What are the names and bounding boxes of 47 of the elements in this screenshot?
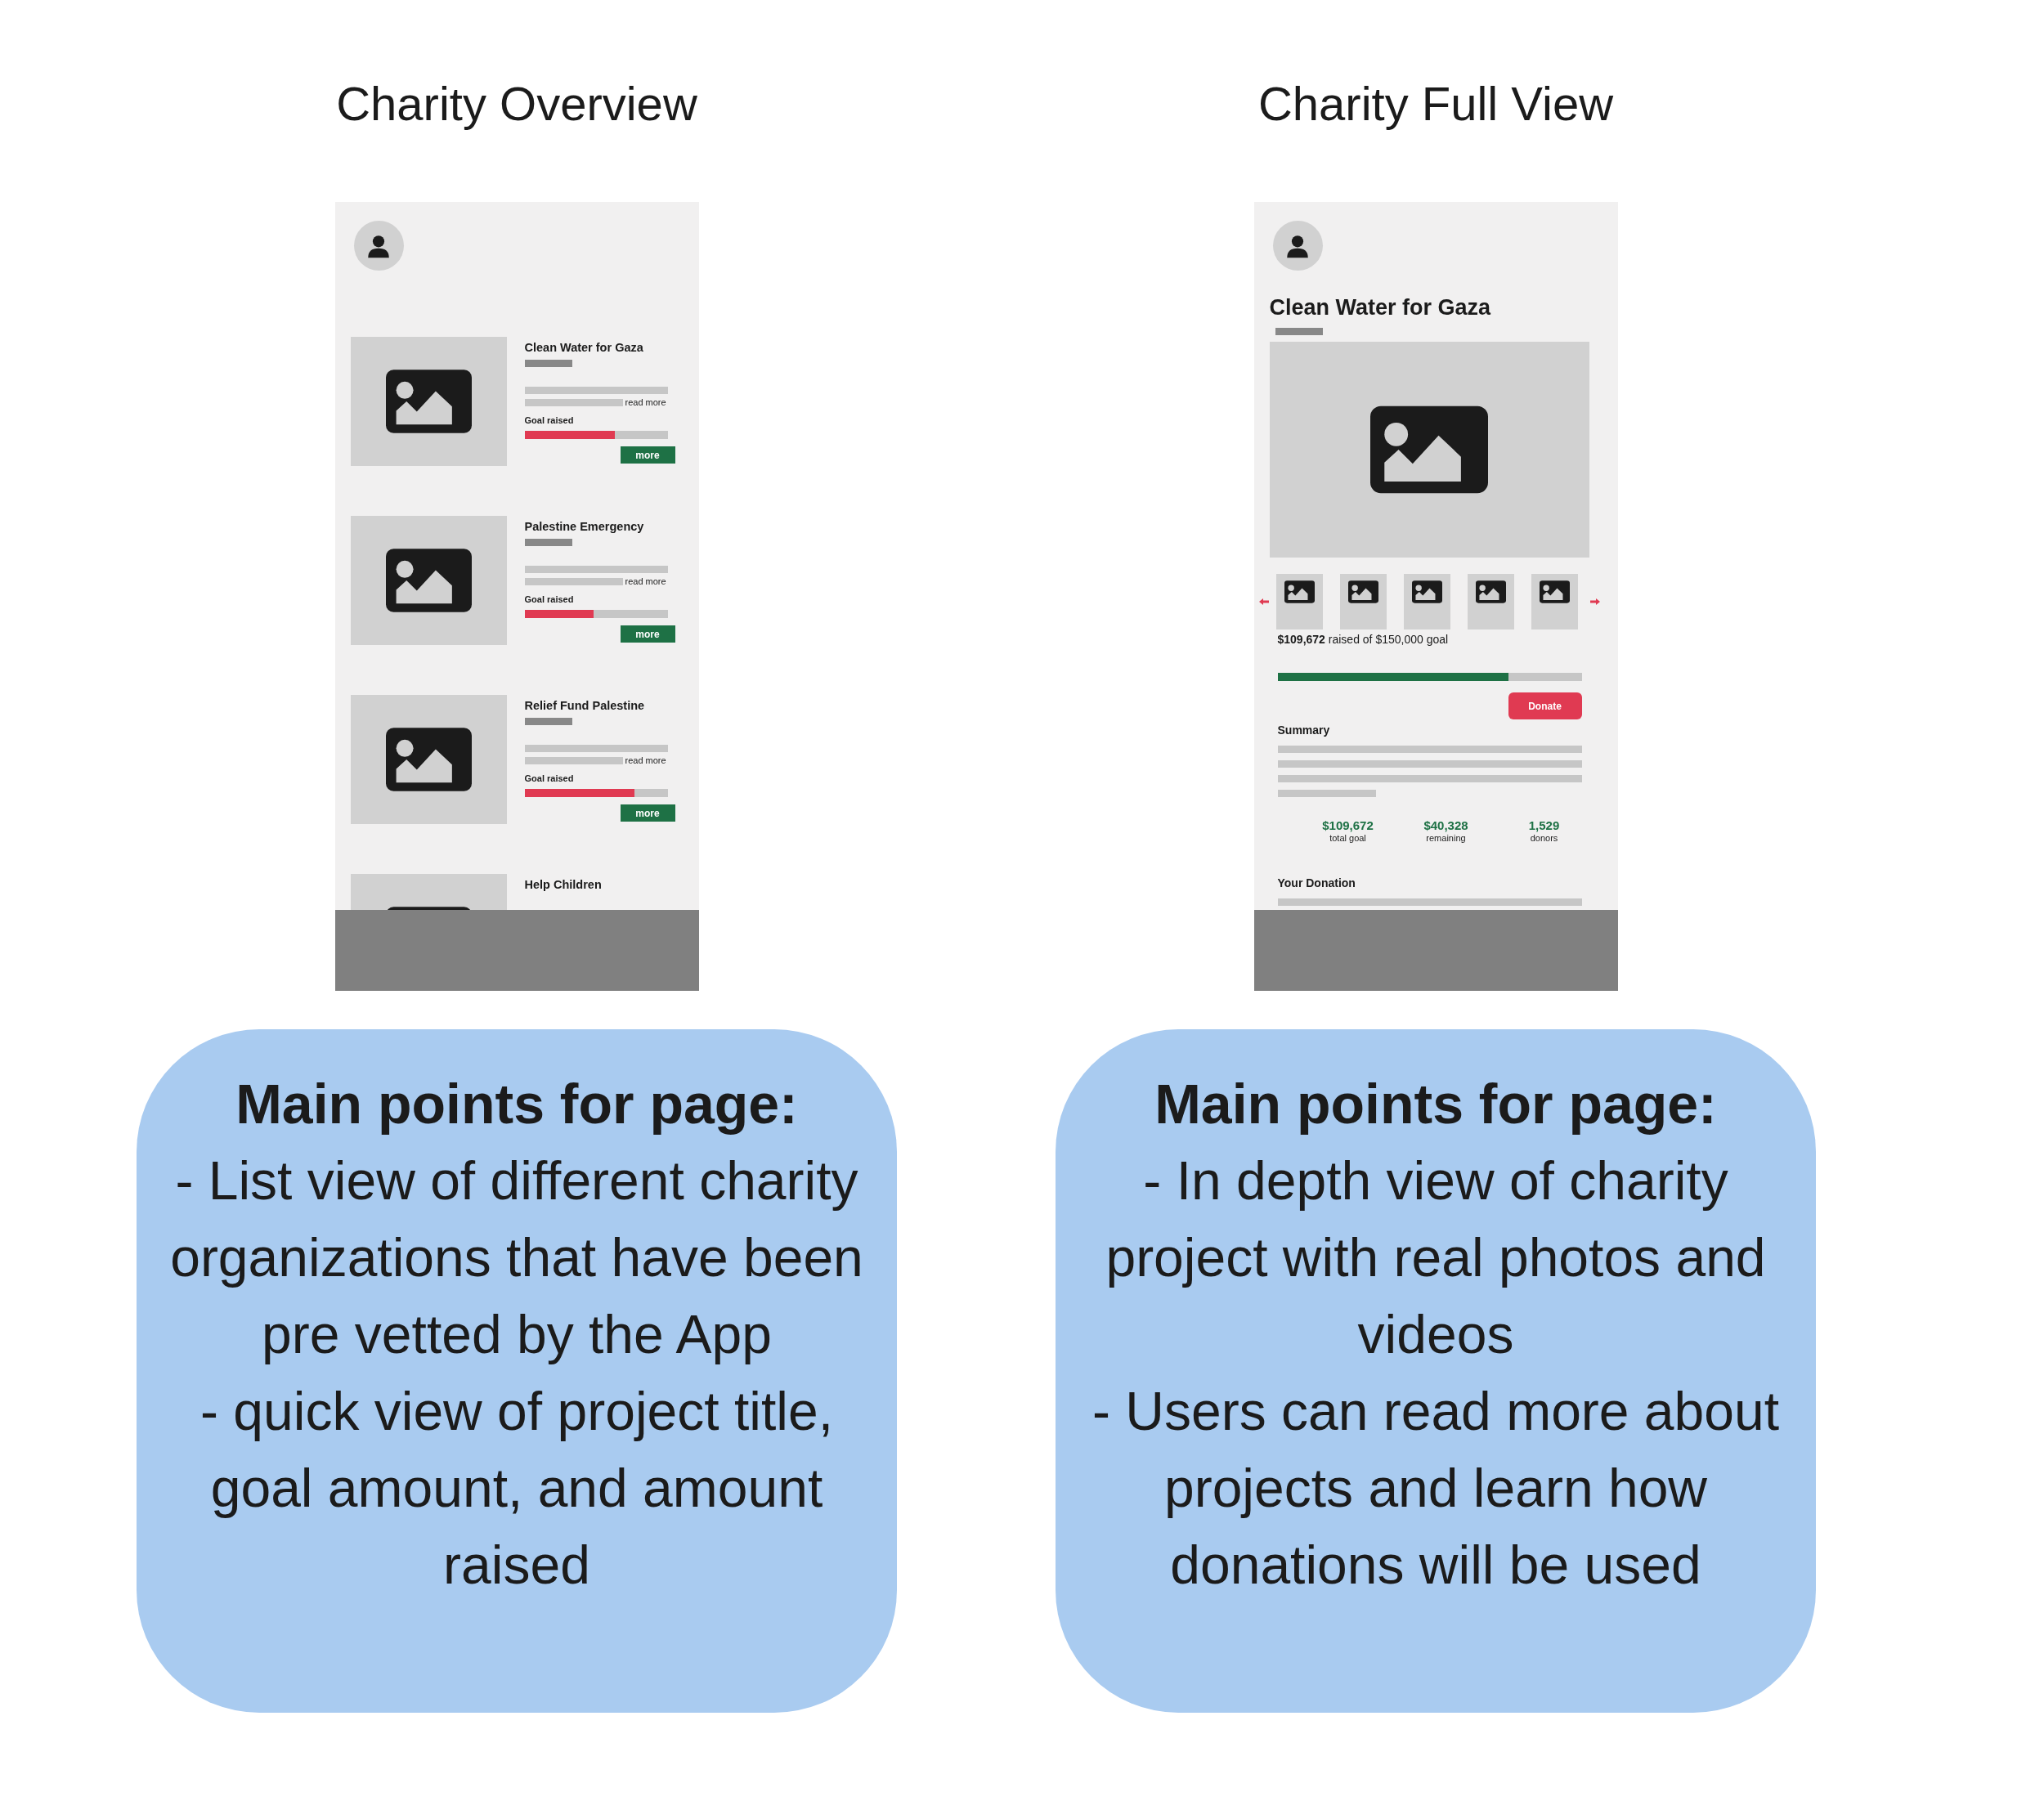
more-button[interactable]: more — [620, 446, 675, 464]
subtitle-placeholder — [524, 718, 572, 725]
section-heading: Your Donation — [1277, 876, 1356, 890]
project-title: Clean Water for Gaza — [1269, 294, 1492, 321]
image-icon — [385, 728, 472, 791]
card-title: Help Children — [524, 877, 603, 892]
stat-value: $40,328 — [1423, 818, 1468, 833]
image-icon — [1539, 580, 1570, 603]
more-button[interactable]: more — [620, 804, 675, 822]
section-heading: Summary — [1277, 724, 1331, 737]
stat-label: remaining — [1426, 833, 1466, 844]
board-heading: Charity Full View — [1257, 76, 1614, 132]
goal-label: Goal raised — [524, 773, 575, 784]
image-icon — [1284, 580, 1315, 603]
note-text: - List view of different charity organizations that have been pre vetted by the App — [169, 1149, 864, 1366]
arrow-left-icon — [1258, 598, 1269, 605]
donate-button[interactable]: Donate — [1508, 692, 1582, 719]
note-heading: Main points for page: — [235, 1072, 798, 1136]
image-icon — [385, 370, 472, 433]
note-heading: Main points for page: — [1154, 1072, 1717, 1136]
image-icon — [1347, 580, 1378, 603]
image-icon — [1411, 580, 1442, 603]
image-icon — [385, 549, 472, 612]
read-more-link[interactable]: read more — [625, 397, 666, 408]
image-icon — [1475, 580, 1506, 603]
raised-text: $109,672 raised of $150,000 goal — [1277, 633, 1450, 647]
stat-value: 1,529 — [1528, 818, 1560, 833]
goal-label: Goal raised — [524, 594, 575, 605]
goal-label: Goal raised — [524, 415, 575, 426]
arrow-right-icon — [1589, 598, 1600, 605]
subtitle-placeholder — [524, 539, 572, 546]
card-title: Relief Fund Palestine — [524, 698, 646, 713]
note-text: - Users can read more about projects and learn how donations will be used — [1091, 1380, 1781, 1597]
subtitle-placeholder — [1275, 328, 1323, 335]
subtitle-placeholder — [524, 360, 572, 367]
note-text: - quick view of project title, goal amount, and amount raised — [199, 1380, 834, 1597]
card-title: Palestine Emergency — [524, 519, 645, 534]
board-heading: Charity Overview — [336, 76, 697, 132]
stat-label: total goal — [1329, 833, 1366, 844]
stat-label: donors — [1530, 833, 1558, 844]
read-more-link[interactable]: read more — [625, 576, 666, 587]
note-text: - In depth view of charity project with real photos and videos — [1105, 1149, 1767, 1366]
read-more-link[interactable]: read more — [625, 755, 666, 766]
card-title: Clean Water for Gaza — [524, 340, 644, 355]
stat-value: $109,672 — [1322, 818, 1374, 833]
more-button[interactable]: more — [620, 625, 675, 643]
image-icon — [1370, 405, 1488, 494]
